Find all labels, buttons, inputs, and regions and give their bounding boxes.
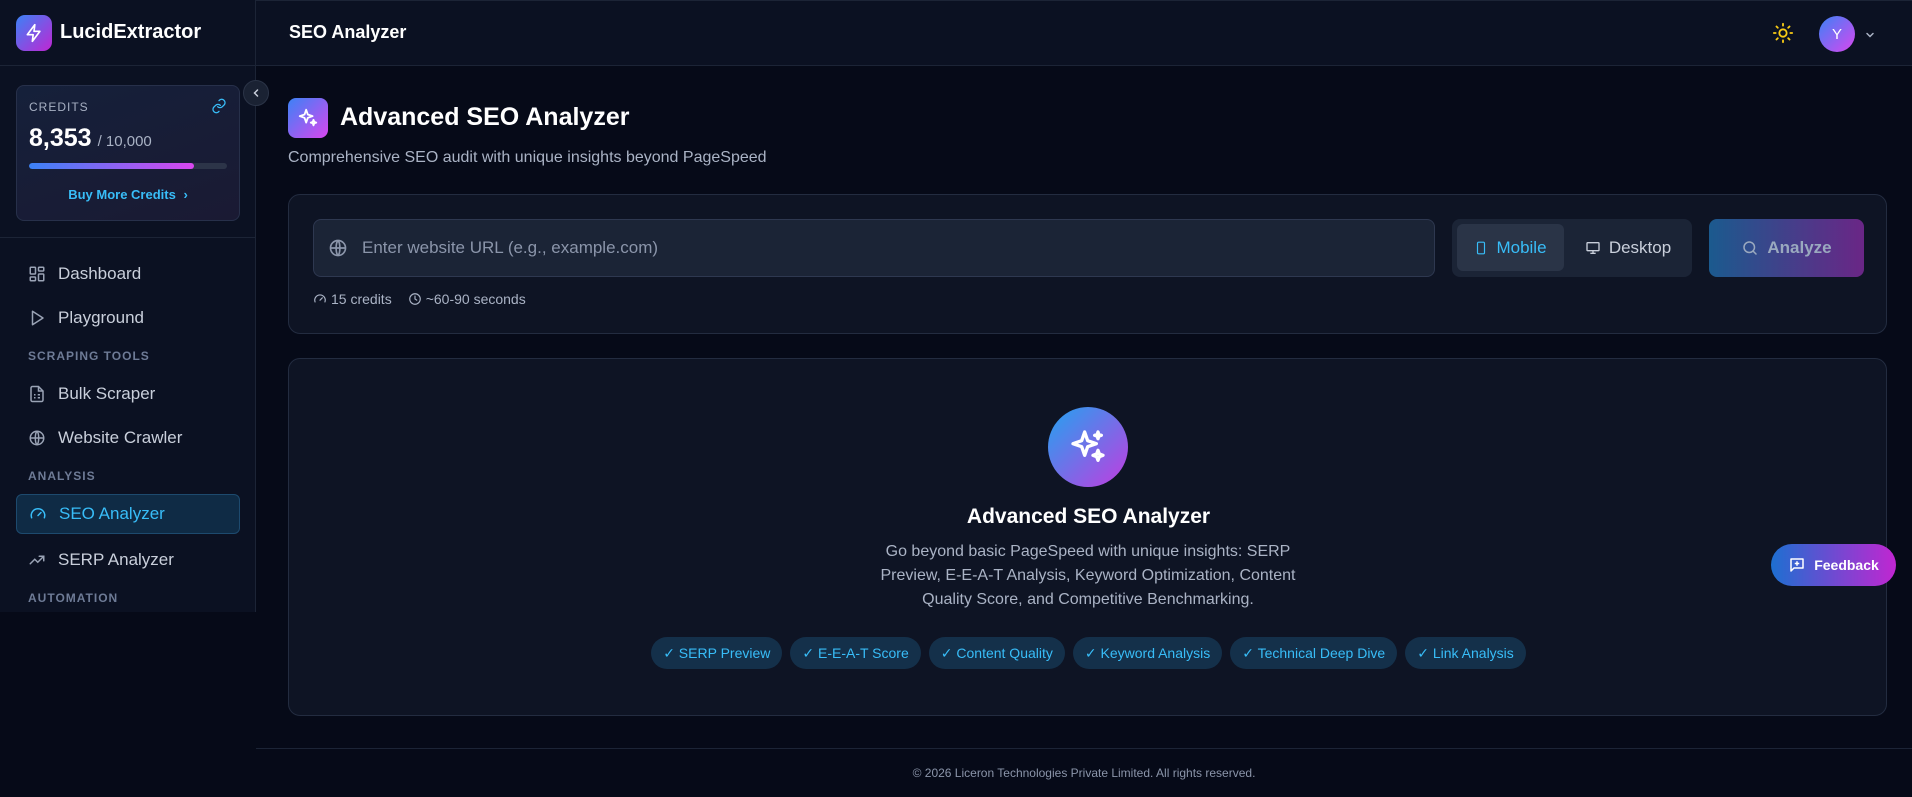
analyze-button[interactable]: Analyze	[1709, 219, 1864, 277]
smartphone-icon	[1477, 241, 1486, 254]
sidebar-item-label: Playground	[58, 308, 145, 327]
section-title-automation: AUTOMATION	[28, 591, 119, 605]
sidebar-item-serp-analyzer[interactable]: SERP Analyzer	[16, 540, 240, 580]
duration-estimate: ~60-90 seconds	[408, 291, 526, 307]
dashboard-icon	[29, 266, 45, 282]
footer: © 2026 Liceron Technologies Private Limi…	[256, 748, 1912, 797]
buy-more-label: Buy More Credits	[68, 187, 176, 202]
sidebar-item-dashboard[interactable]: Dashboard	[16, 254, 240, 294]
device-desktop-label: Desktop	[1608, 237, 1672, 257]
globe-icon	[328, 238, 348, 263]
file-list-icon	[30, 385, 44, 403]
device-mobile-button[interactable]: Mobile	[1457, 224, 1564, 271]
sidebar-item-playground[interactable]: Playground	[16, 298, 240, 338]
gauge-icon	[314, 294, 326, 303]
sidebar-item-label: SERP Analyzer	[58, 550, 174, 569]
feature-pill: ✓ Content Quality	[928, 637, 1065, 669]
feature-pill: ✓ Keyword Analysis	[1072, 637, 1223, 669]
sidebar-item-label: Dashboard	[58, 264, 142, 283]
page-title: Advanced SEO Analyzer	[340, 103, 630, 131]
sidebar-item-website-crawler[interactable]: Website Crawler	[16, 418, 240, 458]
play-icon	[31, 310, 44, 326]
buy-more-credits-link[interactable]: Buy More Credits ›	[29, 187, 227, 202]
section-title-analysis: ANALYSIS	[28, 469, 96, 483]
device-desktop-button[interactable]: Desktop	[1572, 224, 1684, 271]
sparkles-icon	[1048, 407, 1128, 487]
credits-card: CREDITS 8,353 / 10,000 Buy More Credits …	[16, 85, 240, 221]
avatar[interactable]: Y	[1819, 16, 1855, 52]
feedback-button[interactable]: Feedback	[1771, 544, 1896, 586]
credits-label: CREDITS	[29, 100, 89, 114]
gauge-icon	[30, 508, 46, 519]
empty-state-title: Advanced SEO Analyzer	[966, 505, 1211, 528]
credits-progress-fill	[29, 163, 195, 169]
message-plus-icon	[1790, 558, 1804, 572]
credits-cost: 15 credits	[313, 291, 392, 307]
trending-up-icon	[29, 555, 45, 565]
duration-label: ~60-90 seconds	[425, 291, 526, 307]
lightning-logo-icon	[16, 14, 52, 51]
analysis-meta: 15 credits ~60-90 seconds	[313, 291, 542, 307]
monitor-icon	[1586, 241, 1600, 254]
brand-name: LucidExtractor	[60, 21, 202, 43]
url-input-wrapper[interactable]	[313, 219, 1435, 277]
device-mobile-label: Mobile	[1496, 237, 1547, 257]
chevron-left-icon	[253, 89, 259, 97]
topbar-title: SEO Analyzer	[289, 22, 407, 42]
sidebar-collapse-button[interactable]	[243, 80, 269, 106]
empty-state-card: Advanced SEO Analyzer Go beyond basic Pa…	[288, 358, 1887, 716]
sidebar-item-label: SEO Analyzer	[59, 504, 165, 523]
url-input[interactable]	[362, 220, 1422, 276]
feature-pill: ✓ Technical Deep Dive	[1230, 637, 1398, 669]
device-toggle: Mobile Desktop	[1452, 219, 1692, 277]
empty-state-description: Go beyond basic PageSpeed with unique in…	[880, 543, 1296, 608]
credits-used: 8,353	[29, 124, 92, 152]
clock-icon	[408, 293, 421, 305]
sidebar-item-label: Website Crawler	[58, 428, 183, 447]
link-icon[interactable]	[211, 98, 227, 119]
analyze-form-card: Mobile Desktop Analyze 15 credits ~60-90…	[288, 194, 1887, 334]
credits-cost-label: 15 credits	[331, 291, 392, 307]
section-title-scraping-tools: SCRAPING TOOLS	[28, 349, 150, 363]
globe-crawler-icon	[29, 430, 45, 446]
feedback-label: Feedback	[1814, 557, 1879, 573]
feature-pill: ✓ E-E-A-T Score	[790, 637, 921, 669]
credits-total: / 10,000	[97, 133, 152, 150]
feature-pill: ✓ SERP Preview	[651, 637, 783, 669]
sparkles-icon	[288, 98, 328, 138]
chevron-right-icon: ›	[183, 187, 188, 202]
sidebar-item-bulk-scraper[interactable]: Bulk Scraper	[16, 374, 240, 414]
analyze-label: Analyze	[1767, 238, 1832, 257]
sidebar-divider	[0, 237, 256, 238]
feature-list: ✓ SERP Preview ✓ E-E-A-T Score ✓ Content…	[289, 637, 1888, 669]
page-subtitle: Comprehensive SEO audit with unique insi…	[288, 149, 767, 166]
sidebar-item-seo-analyzer[interactable]: SEO Analyzer	[16, 494, 240, 534]
feature-pill: ✓ Link Analysis	[1405, 637, 1526, 669]
sun-icon	[1772, 22, 1794, 44]
theme-toggle-button[interactable]	[1772, 22, 1794, 49]
credits-progress-bar	[29, 163, 227, 169]
sidebar-item-label: Bulk Scraper	[58, 384, 156, 403]
footer-copyright: © 2026 Liceron Technologies Private Limi…	[912, 766, 1256, 780]
search-icon	[1743, 241, 1758, 255]
chevron-down-icon[interactable]	[1864, 28, 1876, 46]
topbar: SEO Analyzer Y	[256, 0, 1912, 66]
sidebar: LucidExtractor CREDITS 8,353 / 10,000 Bu…	[0, 0, 256, 612]
brand[interactable]: LucidExtractor	[0, 0, 255, 66]
